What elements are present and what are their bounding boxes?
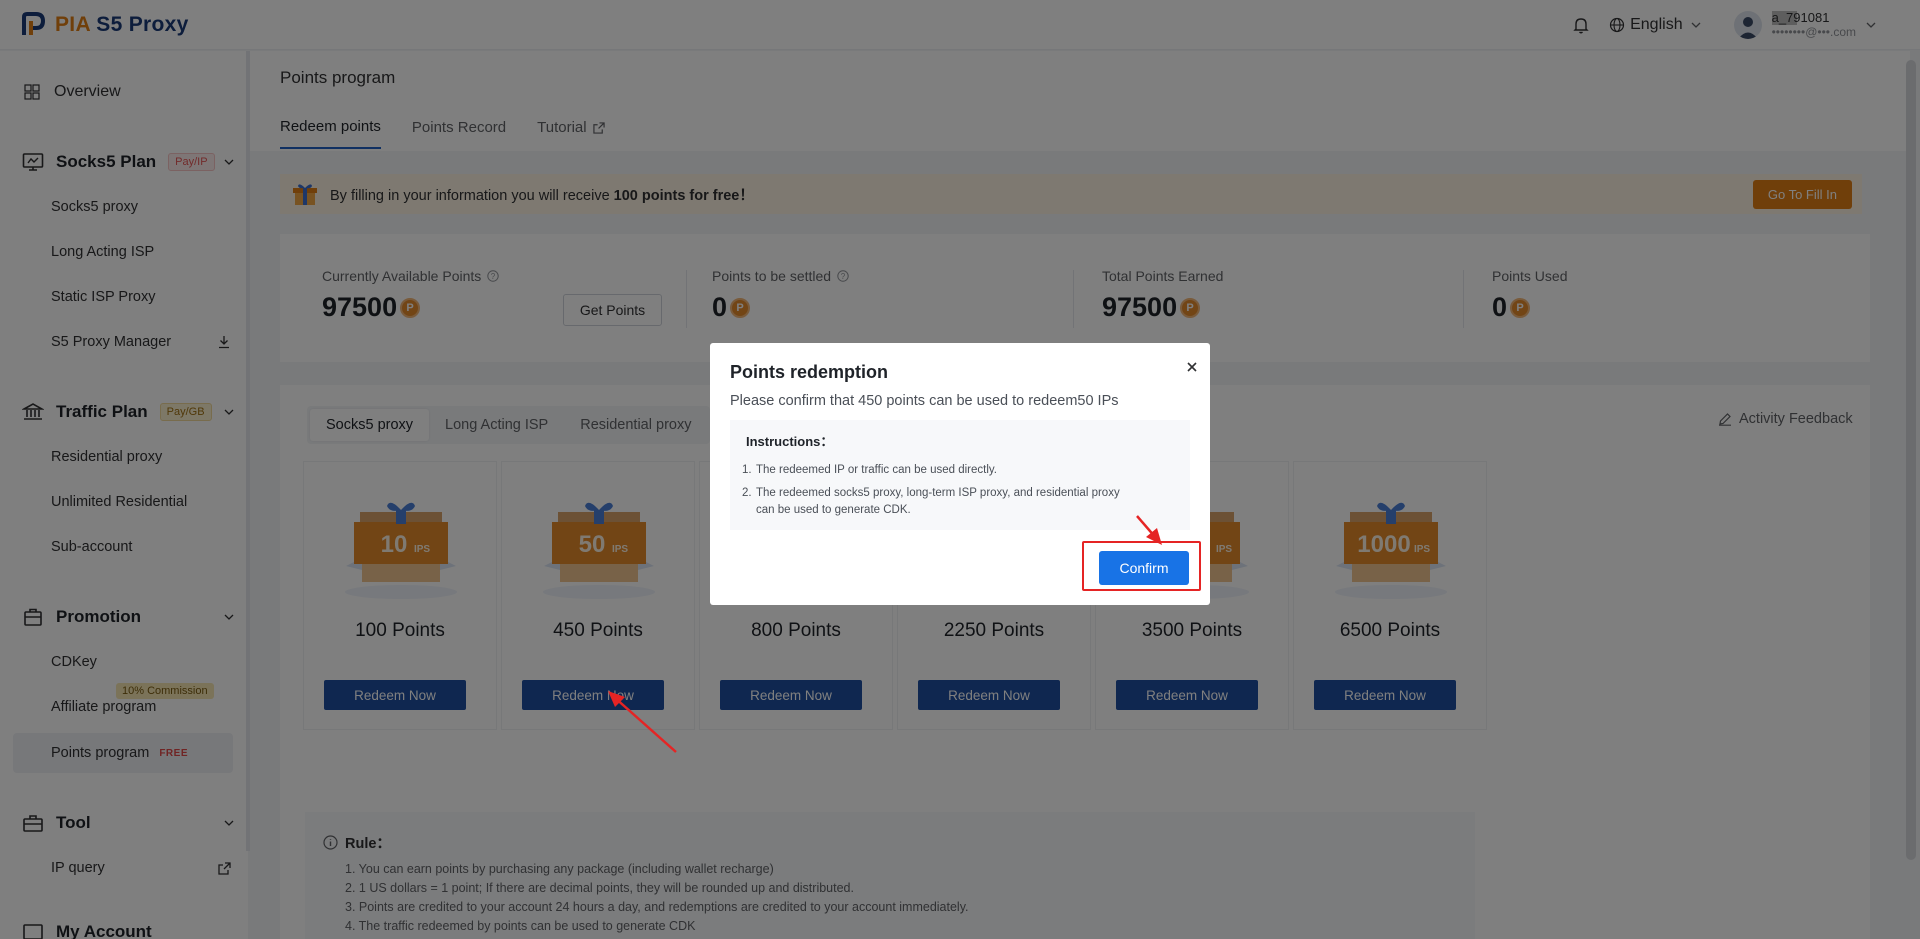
instruction-item: 1. The redeemed IP or traffic can be used… [742,464,997,476]
close-icon[interactable] [1180,355,1204,379]
dialog-message: Please confirm that 450 points can be us… [730,393,1119,409]
instructions-title: Instructions： [746,434,834,449]
instruction-item: 2. The redeemed socks5 proxy, long-term I… [742,487,1120,499]
instruction-item: can be used to generate CDK. [756,504,911,516]
highlight-box [1082,541,1201,591]
instructions-box: Instructions： 1. The redeemed IP or traff… [730,420,1190,530]
dialog-title: Points redemption [730,362,889,382]
